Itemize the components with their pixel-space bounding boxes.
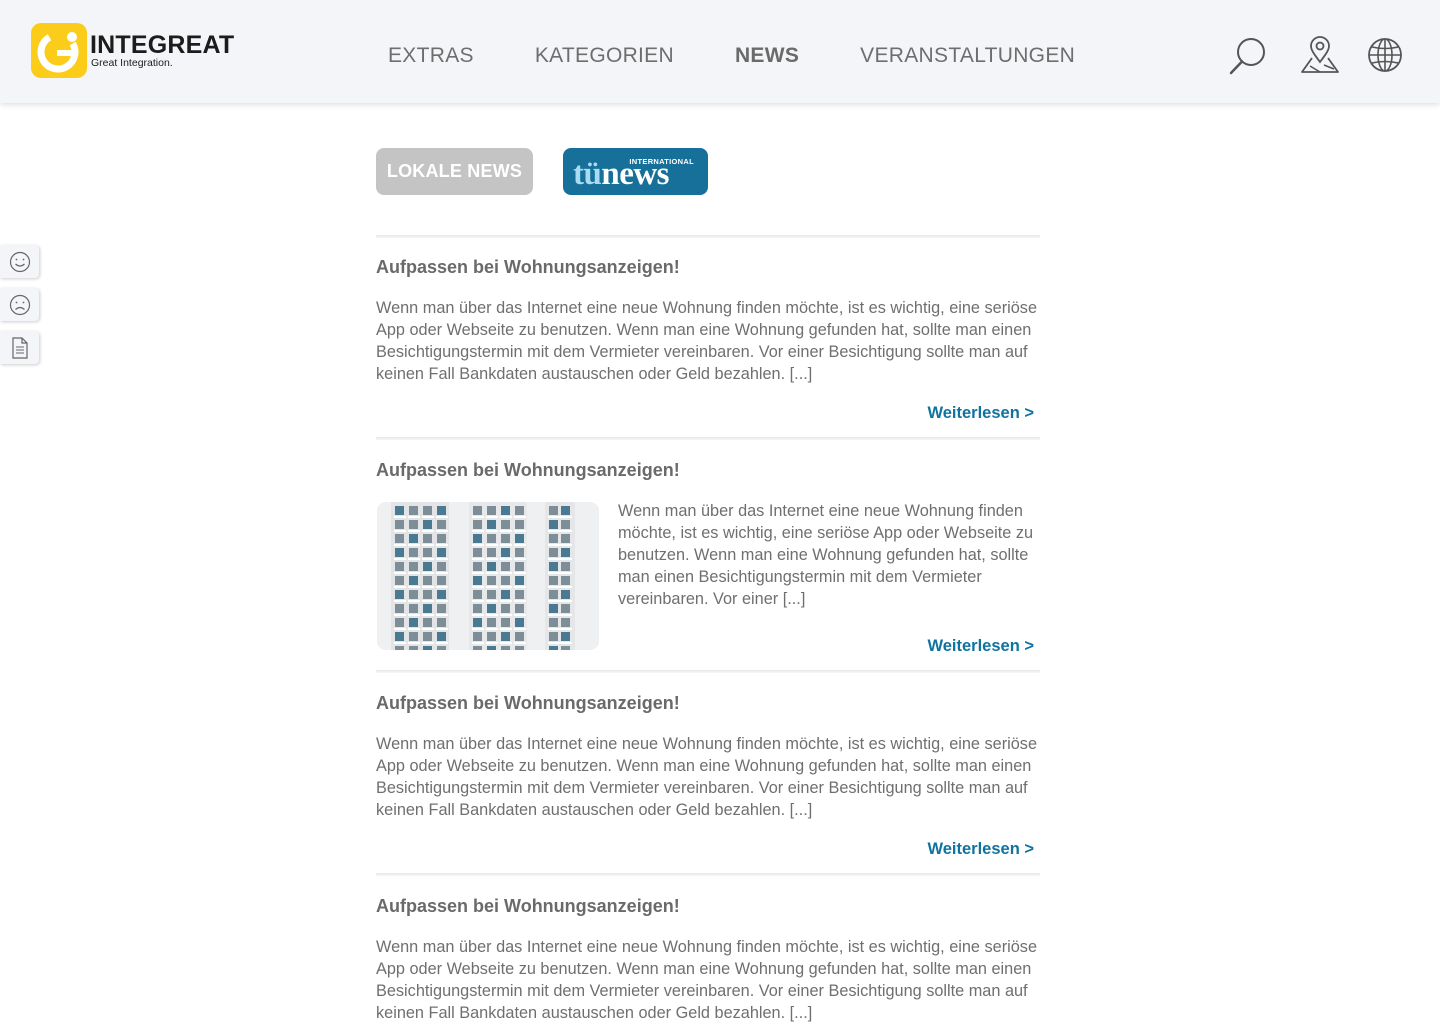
- news-excerpt: Wenn man über das Internet eine neue Woh…: [376, 938, 1037, 1022]
- feedback-positive-tab[interactable]: [0, 245, 39, 278]
- read-more-link[interactable]: Weiterlesen >: [927, 840, 1034, 859]
- news-divider: [376, 235, 1040, 238]
- news-title[interactable]: Aufpassen bei Wohnungsanzeigen!: [376, 693, 680, 714]
- nav-item-news[interactable]: NEWS: [735, 44, 799, 68]
- header-bar: INTEGREAT Great Integration. EXTRAS KATE…: [0, 0, 1440, 103]
- language-globe-icon[interactable]: [1367, 37, 1407, 77]
- search-icon[interactable]: [1228, 36, 1268, 76]
- tuenews-button[interactable]: INTERNATIONAL tünews: [563, 148, 708, 195]
- smiley-positive-icon: [9, 251, 30, 272]
- logo-mark-icon: [31, 23, 87, 78]
- news-excerpt: Wenn man über das Internet eine neue Woh…: [618, 502, 1034, 608]
- news-title[interactable]: Aufpassen bei Wohnungsanzeigen!: [376, 460, 680, 481]
- read-more-link[interactable]: Weiterlesen >: [927, 404, 1034, 423]
- news-title[interactable]: Aufpassen bei Wohnungsanzeigen!: [376, 896, 680, 917]
- news-divider: [376, 873, 1040, 876]
- tuenews-tue: tü: [573, 156, 602, 192]
- local-news-button[interactable]: LOKALE NEWS: [376, 148, 533, 195]
- tuenews-news: news: [601, 156, 670, 192]
- integreat-logo[interactable]: INTEGREAT Great Integration.: [31, 23, 234, 78]
- smiley-negative-icon: [9, 294, 30, 315]
- news-title[interactable]: Aufpassen bei Wohnungsanzeigen!: [376, 257, 680, 278]
- news-divider: [376, 670, 1040, 673]
- main-nav: EXTRAS KATEGORIEN NEWS VERANSTALTUNGEN: [388, 44, 1136, 68]
- document-tab[interactable]: [0, 331, 39, 364]
- news-excerpt: Wenn man über das Internet eine neue Woh…: [376, 299, 1037, 383]
- read-more-link[interactable]: Weiterlesen >: [927, 637, 1034, 656]
- nav-item-kategorien[interactable]: KATEGORIEN: [535, 44, 674, 68]
- feedback-negative-tab[interactable]: [0, 288, 39, 321]
- nav-item-veranstaltungen[interactable]: VERANSTALTUNGEN: [860, 44, 1075, 68]
- nav-item-extras[interactable]: EXTRAS: [388, 44, 474, 68]
- apartment-building-photo[interactable]: [377, 502, 599, 650]
- news-excerpt: Wenn man über das Internet eine neue Woh…: [376, 735, 1037, 819]
- logo-text: INTEGREAT Great Integration.: [90, 30, 235, 69]
- tuenews-logo-text: tünews: [573, 156, 670, 192]
- news-divider: [376, 437, 1040, 440]
- logo-name: INTEGREAT: [90, 30, 235, 59]
- document-icon: [11, 336, 28, 359]
- location-icon[interactable]: [1300, 36, 1340, 76]
